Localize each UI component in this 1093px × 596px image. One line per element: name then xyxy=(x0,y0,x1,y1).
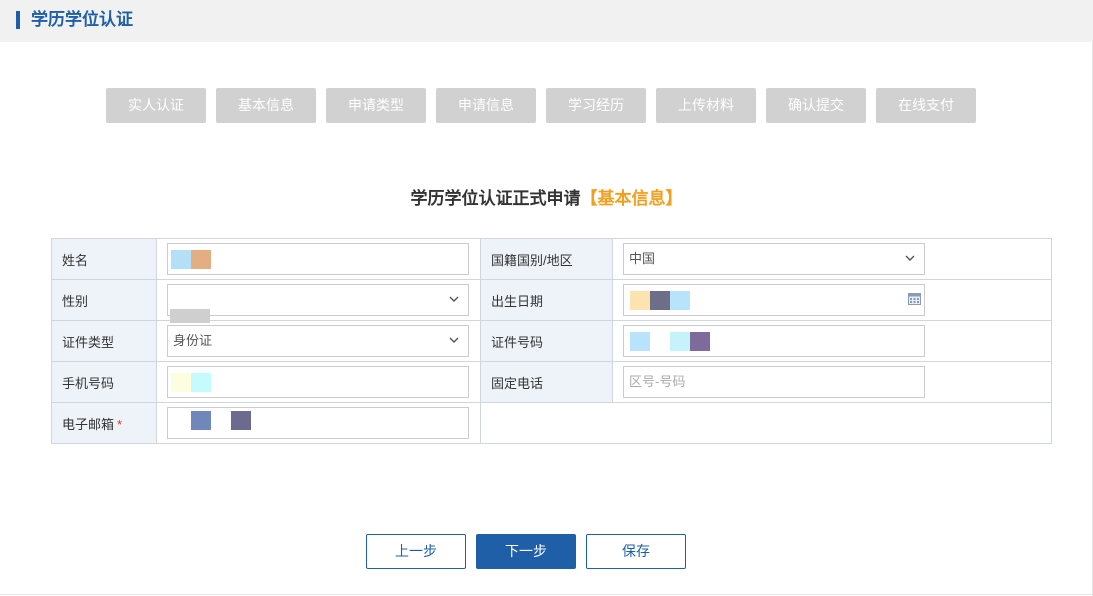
form-row: 姓名 国籍国别/地区 中国 xyxy=(51,238,1052,280)
redacted-block xyxy=(191,411,211,430)
name-label: 姓名 xyxy=(51,238,157,280)
redacted-block xyxy=(171,373,191,392)
redacted-block xyxy=(630,291,650,310)
form-row: 证件类型 身份证 证件号码 xyxy=(51,320,1052,362)
mobile-cell xyxy=(156,361,481,403)
step-nav: 实人认证 基本信息 申请类型 申请信息 学习经历 上传材料 确认提交 在线支付 xyxy=(106,88,976,123)
save-button[interactable]: 保存 xyxy=(586,534,686,569)
redacted-block xyxy=(170,309,210,323)
form-title-section: 【基本信息】 xyxy=(580,189,683,208)
gender-select[interactable] xyxy=(167,284,469,323)
page: 学历学位认证 实人认证 基本信息 申请类型 申请信息 学习经历 上传材料 确认提… xyxy=(0,0,1093,596)
redacted-block xyxy=(650,291,670,310)
form-row: 电子邮箱 * xyxy=(51,402,1052,444)
nationality-select[interactable]: 中国 xyxy=(623,243,925,275)
redacted-block xyxy=(191,373,211,392)
birth-date-input[interactable] xyxy=(623,284,925,316)
form-title: 学历学位认证正式申请【基本信息】 xyxy=(0,187,1093,211)
redacted-block xyxy=(630,332,650,351)
email-cell xyxy=(156,402,481,444)
id-type-label: 证件类型 xyxy=(51,320,157,362)
name-cell xyxy=(156,238,481,280)
id-type-cell: 身份证 xyxy=(156,320,481,362)
id-type-value: 身份证 xyxy=(173,333,213,348)
step-confirm-submit[interactable]: 确认提交 xyxy=(766,88,866,123)
page-title: 学历学位认证 xyxy=(31,10,133,29)
mobile-label: 手机号码 xyxy=(51,361,157,403)
gender-label: 性别 xyxy=(51,279,157,321)
form-title-main: 学历学位认证正式申请 xyxy=(410,189,581,208)
id-number-label: 证件号码 xyxy=(480,320,613,362)
redacted-block xyxy=(171,250,191,269)
page-header: 学历学位认证 xyxy=(0,0,1093,42)
nationality-label: 国籍国别/地区 xyxy=(480,238,613,280)
form-row: 性别 出生日期 xyxy=(51,279,1052,323)
form-row: 手机号码 固定电话 区号-号码 xyxy=(51,361,1052,403)
calendar-icon[interactable] xyxy=(908,293,921,305)
step-application-type[interactable]: 申请类型 xyxy=(326,88,426,123)
gender-cell xyxy=(156,279,481,323)
chevron-down-icon xyxy=(905,255,915,261)
nationality-value: 中国 xyxy=(629,251,656,266)
header-accent-bar xyxy=(16,11,20,29)
step-online-payment[interactable]: 在线支付 xyxy=(876,88,976,123)
nationality-cell: 中国 xyxy=(612,238,1052,280)
redacted-block xyxy=(191,250,211,269)
step-study-history[interactable]: 学习经历 xyxy=(546,88,646,123)
redacted-block xyxy=(670,332,690,351)
step-basic-info[interactable]: 基本信息 xyxy=(216,88,316,123)
basic-info-form: 姓名 国籍国别/地区 中国 性别 出生日期 证件类型 身份证 证件号码 手机号码… xyxy=(51,238,1052,444)
chevron-down-icon xyxy=(449,296,459,302)
prev-step-button[interactable]: 上一步 xyxy=(366,534,466,569)
mobile-input[interactable] xyxy=(167,366,469,398)
id-type-select[interactable]: 身份证 xyxy=(167,325,469,357)
id-number-input[interactable] xyxy=(623,325,925,357)
chevron-down-icon xyxy=(449,337,459,343)
frame-border-bottom xyxy=(0,594,1093,595)
email-input[interactable] xyxy=(167,407,469,439)
redacted-block xyxy=(690,332,710,351)
birth-date-label: 出生日期 xyxy=(480,279,613,321)
step-real-person-auth[interactable]: 实人认证 xyxy=(106,88,206,123)
email-label-text: 电子邮箱 xyxy=(62,416,115,432)
landline-label: 固定电话 xyxy=(480,361,613,403)
empty-cell xyxy=(480,402,1052,444)
email-label: 电子邮箱 * xyxy=(51,402,157,444)
required-mark: * xyxy=(117,416,123,432)
redacted-block xyxy=(670,291,690,310)
landline-input[interactable]: 区号-号码 xyxy=(623,366,925,398)
next-step-button[interactable]: 下一步 xyxy=(476,534,576,569)
name-input[interactable] xyxy=(167,243,469,275)
landline-cell: 区号-号码 xyxy=(612,361,1052,403)
landline-placeholder: 区号-号码 xyxy=(629,374,686,389)
id-number-cell xyxy=(612,320,1052,362)
step-application-info[interactable]: 申请信息 xyxy=(436,88,536,123)
birth-date-cell xyxy=(612,279,1052,321)
redacted-block xyxy=(231,411,251,430)
step-upload-materials[interactable]: 上传材料 xyxy=(656,88,756,123)
